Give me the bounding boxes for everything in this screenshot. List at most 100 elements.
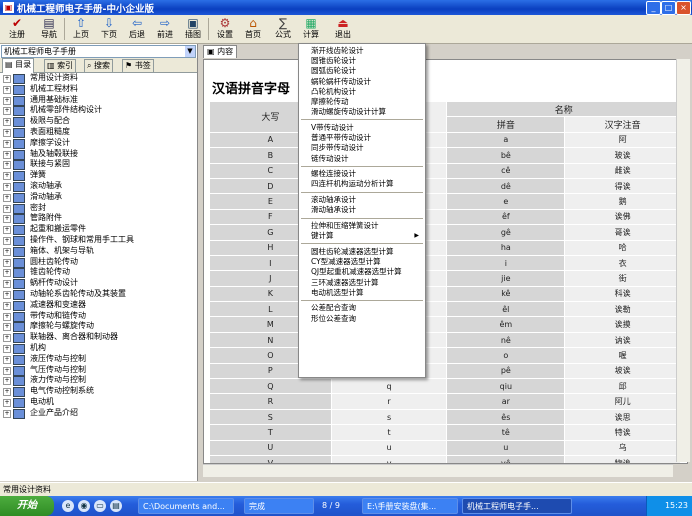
- menu-item[interactable]: 普通平带传动设计: [299, 133, 425, 143]
- task-handbook[interactable]: 机械工程师电子手...: [462, 498, 572, 514]
- toolbar-button-forward[interactable]: ⇨ 前进: [151, 16, 179, 42]
- menu-item[interactable]: 螺栓连接设计: [299, 169, 425, 179]
- tree-node[interactable]: + 操作件、钢球和常用手工工具: [0, 235, 197, 246]
- menu-item[interactable]: CY型减速器选型计算: [299, 257, 425, 267]
- expand-icon[interactable]: +: [3, 377, 11, 386]
- start-button[interactable]: 开始: [0, 496, 54, 516]
- tree-node[interactable]: + 动轴轮系齿轮传动及其装置: [0, 289, 197, 300]
- menu-item[interactable]: 拉伸和压缩弹簧设计: [299, 221, 425, 231]
- expand-icon[interactable]: +: [3, 118, 11, 127]
- menu-item[interactable]: 三环减速器选型计算: [299, 278, 425, 288]
- tree-node[interactable]: + 圆柱齿轮传动: [0, 257, 197, 268]
- expand-icon[interactable]: +: [3, 334, 11, 343]
- tree-node[interactable]: + 滚动轴承: [0, 181, 197, 192]
- toolbar-button-calculate[interactable]: ▦ 计算: [297, 16, 325, 42]
- horizontal-scrollbar[interactable]: [203, 464, 673, 477]
- tree-node[interactable]: + 电动机: [0, 397, 197, 408]
- toolbar-button-home[interactable]: ⌂ 首页: [239, 16, 267, 42]
- tree-node[interactable]: + 起重和搬运零件: [0, 224, 197, 236]
- expand-icon[interactable]: +: [3, 312, 11, 321]
- expand-icon[interactable]: +: [3, 247, 11, 256]
- menu-item[interactable]: 形位公差查询: [299, 314, 425, 324]
- expand-icon[interactable]: +: [3, 398, 11, 407]
- expand-icon[interactable]: +: [3, 269, 11, 278]
- menu-item[interactable]: 滑动螺旋传动设计计算: [299, 107, 425, 117]
- menu-item[interactable]: V带传动设计: [299, 123, 425, 133]
- book-select[interactable]: 机械工程师电子手册 ▼: [1, 45, 196, 58]
- tree-node[interactable]: + 滑动轴承: [0, 192, 197, 203]
- expand-icon[interactable]: +: [3, 161, 11, 170]
- menu-item[interactable]: 圆柱齿轮减速器选型计算: [299, 247, 425, 257]
- expand-icon[interactable]: +: [3, 290, 11, 299]
- expand-icon[interactable]: +: [3, 226, 11, 235]
- tree-node[interactable]: + 通用基础标准: [0, 95, 197, 106]
- expand-icon[interactable]: +: [3, 128, 11, 137]
- tab-search[interactable]: ⌕ 搜索: [84, 59, 114, 72]
- menu-item[interactable]: 公差配合查询: [299, 303, 425, 313]
- tree-node[interactable]: + 带传动和链传动: [0, 311, 197, 322]
- tab-content[interactable]: ▣ 内容: [203, 45, 238, 58]
- media-icon[interactable]: ◉: [78, 500, 90, 512]
- toolbar-button-formula[interactable]: ∑ 公式: [269, 16, 297, 42]
- maximize-button[interactable]: □: [661, 1, 676, 15]
- task-install-disk[interactable]: E:\手册安装盘(集...: [362, 498, 458, 514]
- tree-node[interactable]: + 表面粗糙度: [0, 127, 197, 138]
- minimize-button[interactable]: _: [646, 1, 661, 15]
- tab-index[interactable]: ▥ 索引: [44, 59, 77, 72]
- tree-node[interactable]: + 密封: [0, 203, 197, 214]
- task-done[interactable]: 完成: [244, 498, 314, 514]
- tree-node[interactable]: + 电气传动控制系统: [0, 386, 197, 398]
- tree-node[interactable]: + 机械工程材料: [0, 84, 197, 95]
- ie-icon[interactable]: e: [62, 500, 74, 512]
- expand-icon[interactable]: +: [3, 355, 11, 364]
- tree-node[interactable]: + 弹簧: [0, 170, 197, 182]
- menu-item[interactable]: 链传动设计: [299, 154, 425, 164]
- expand-icon[interactable]: +: [3, 388, 11, 397]
- expand-icon[interactable]: +: [3, 258, 11, 267]
- tree-node[interactable]: + 蜗杆传动设计: [0, 278, 197, 290]
- expand-icon[interactable]: +: [3, 301, 11, 310]
- tree-node[interactable]: + 管路附件: [0, 213, 197, 225]
- expand-icon[interactable]: +: [3, 182, 11, 191]
- expand-icon[interactable]: +: [3, 215, 11, 224]
- menu-item[interactable]: 圆锥齿轮设计: [299, 56, 425, 66]
- tree-node[interactable]: + 液力传动与控制: [0, 375, 197, 387]
- expand-icon[interactable]: +: [3, 107, 11, 116]
- tree-node[interactable]: + 减速器和变速器: [0, 300, 197, 311]
- tree-node[interactable]: + 锥齿轮传动: [0, 267, 197, 279]
- expand-icon[interactable]: +: [3, 280, 11, 289]
- expand-icon[interactable]: +: [3, 193, 11, 202]
- folder-icon[interactable]: ▤: [110, 500, 122, 512]
- tree-node[interactable]: + 联接与紧固: [0, 159, 197, 171]
- desktop-icon[interactable]: ▭: [94, 500, 106, 512]
- tree-node[interactable]: + 液压传动与控制: [0, 354, 197, 365]
- tree-node[interactable]: + 极限与配合: [0, 116, 197, 128]
- expand-icon[interactable]: +: [3, 75, 11, 83]
- tree-node[interactable]: + 轴及轴毂联接: [0, 149, 197, 160]
- expand-icon[interactable]: +: [3, 323, 11, 332]
- expand-icon[interactable]: +: [3, 236, 11, 245]
- vertical-scrollbar[interactable]: [676, 59, 690, 462]
- expand-icon[interactable]: +: [3, 409, 11, 418]
- tree-node[interactable]: + 联轴器、离合器和制动器: [0, 332, 197, 344]
- toolbar-button-register[interactable]: ✔ 注册: [3, 16, 31, 42]
- expand-icon[interactable]: +: [3, 366, 11, 375]
- chevron-down-icon[interactable]: ▼: [185, 46, 195, 57]
- expand-icon[interactable]: +: [3, 139, 11, 148]
- tab-contents[interactable]: ▤ 目录: [2, 58, 35, 73]
- expand-icon[interactable]: +: [3, 150, 11, 159]
- tree-node[interactable]: + 机械零部件结构设计: [0, 105, 197, 117]
- menu-item[interactable]: 滚动轴承设计: [299, 195, 425, 205]
- menu-item[interactable]: 滑动轴承设计: [299, 205, 425, 215]
- toolbar-button-settings[interactable]: ⚙ 设置: [211, 16, 239, 42]
- tab-bookmarks[interactable]: ⚑ 书签: [122, 59, 154, 72]
- toolbar-button-nav[interactable]: ▤ 导航: [35, 16, 63, 42]
- toolbar-button-image[interactable]: ▣ 插图: [179, 16, 207, 42]
- expand-icon[interactable]: +: [3, 96, 11, 105]
- toolbar-button-back[interactable]: ⇦ 后退: [123, 16, 151, 42]
- tree-node[interactable]: + 企业产品介绍: [0, 408, 197, 419]
- tree-node[interactable]: + 气压传动与控制: [0, 365, 197, 376]
- tree-node[interactable]: + 机构: [0, 343, 197, 354]
- menu-item[interactable]: 凸轮机构设计: [299, 87, 425, 97]
- close-button[interactable]: ×: [676, 1, 691, 15]
